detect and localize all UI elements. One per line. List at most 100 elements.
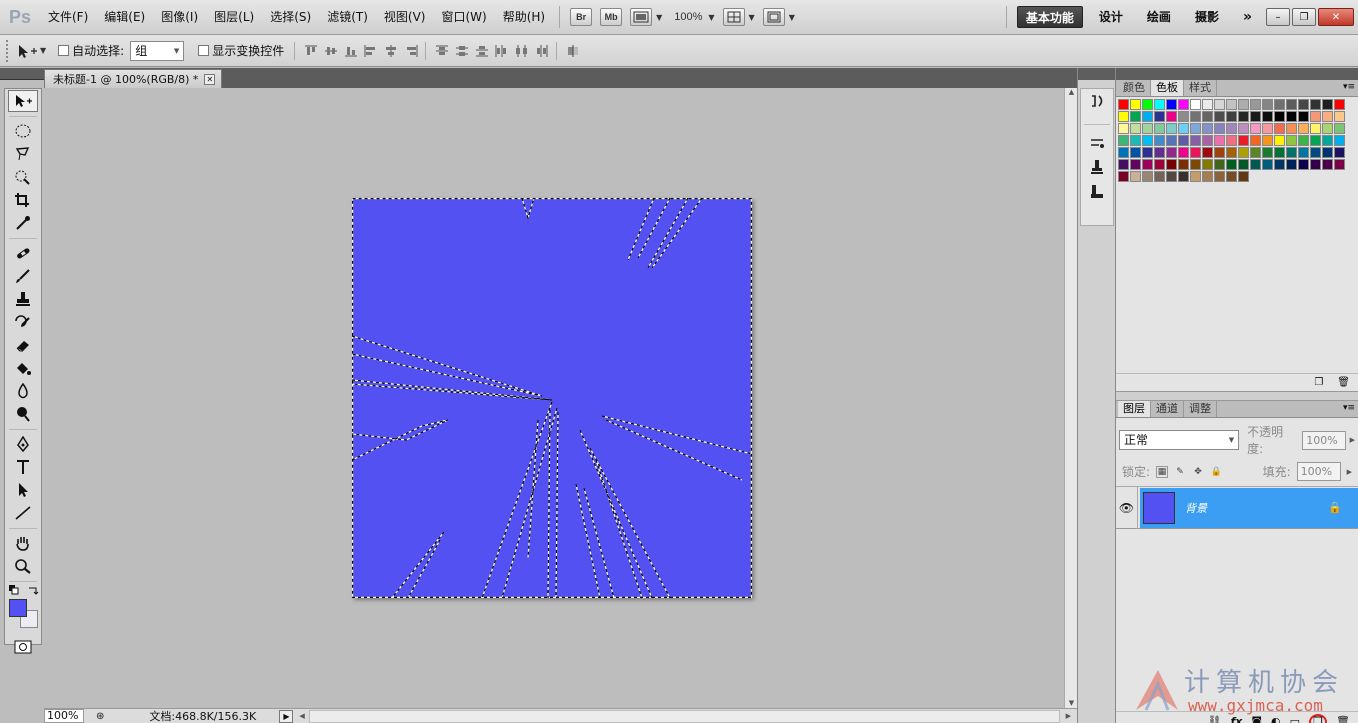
menu-view[interactable]: 视图(V) [376, 0, 434, 35]
color-swatch[interactable] [1322, 159, 1333, 170]
tab-channels[interactable]: 通道 [1151, 401, 1184, 417]
color-swatch[interactable] [1310, 99, 1321, 110]
distribute-vcenter-icon[interactable] [452, 42, 472, 60]
color-swatch[interactable] [1154, 147, 1165, 158]
status-menu-arrow[interactable]: ▶ [279, 709, 294, 723]
color-swatch[interactable] [1286, 135, 1297, 146]
menu-file[interactable]: 文件(F) [40, 0, 96, 35]
tab-layers[interactable]: 图层 [1118, 401, 1151, 417]
fill-slider-arrow[interactable]: ▶ [1347, 468, 1352, 476]
menu-layer[interactable]: 图层(L) [206, 0, 262, 35]
color-swatch[interactable] [1238, 111, 1249, 122]
minimize-button[interactable]: – [1266, 8, 1290, 26]
lock-pixels-icon[interactable]: ✎ [1174, 466, 1186, 478]
chevron-down-icon[interactable]: ▼ [708, 13, 714, 22]
color-swatch[interactable] [1154, 99, 1165, 110]
color-swatch[interactable] [1190, 111, 1201, 122]
document-canvas[interactable] [352, 198, 752, 598]
chevron-down-icon[interactable]: ▼ [749, 13, 755, 22]
color-swatch[interactable] [1202, 99, 1213, 110]
menu-image[interactable]: 图像(I) [153, 0, 206, 35]
color-swatch[interactable] [1130, 111, 1141, 122]
healing-brush-tool[interactable] [8, 242, 38, 264]
color-swatch[interactable] [1178, 147, 1189, 158]
minibridge-button[interactable]: Mb [600, 8, 623, 26]
status-zoom-field[interactable]: 100% [44, 709, 84, 723]
color-swatch[interactable] [1274, 123, 1285, 134]
color-swatch[interactable] [1118, 135, 1129, 146]
color-swatch[interactable] [1262, 159, 1273, 170]
workspace-photography[interactable]: 摄影 [1187, 6, 1227, 28]
color-swatch[interactable] [1154, 123, 1165, 134]
toolbox-header[interactable] [0, 68, 44, 80]
show-transform-checkbox[interactable] [198, 45, 210, 56]
color-swatch[interactable] [1214, 123, 1225, 134]
color-swatch[interactable] [1250, 123, 1261, 134]
color-swatch[interactable] [1238, 171, 1249, 182]
color-swatch[interactable] [1298, 123, 1309, 134]
adjustment-layer-icon[interactable]: ◐ [1271, 715, 1281, 723]
align-left-icon[interactable] [361, 42, 381, 60]
workspace-more-button[interactable]: » [1235, 6, 1260, 28]
quick-selection-tool[interactable] [8, 166, 38, 188]
history-panel-icon[interactable] [1081, 89, 1113, 113]
color-swatch[interactable] [1238, 159, 1249, 170]
line-tool[interactable] [8, 502, 38, 524]
color-swatch[interactable] [1322, 123, 1333, 134]
show-transform-option[interactable]: 显示变换控件 [198, 42, 284, 59]
color-swatch[interactable] [1142, 99, 1153, 110]
color-swatch[interactable] [1238, 123, 1249, 134]
path-selection-tool[interactable] [8, 479, 38, 501]
horizontal-scrollbar[interactable] [308, 709, 1060, 723]
color-swatch[interactable] [1238, 135, 1249, 146]
color-swatch[interactable] [1166, 99, 1177, 110]
history-brush-tool[interactable] [8, 311, 38, 333]
distribute-top-icon[interactable] [432, 42, 452, 60]
workspace-design[interactable]: 设计 [1091, 6, 1131, 28]
color-swatch[interactable] [1142, 123, 1153, 134]
type-tool[interactable] [8, 456, 38, 478]
color-swatch[interactable] [1334, 135, 1345, 146]
new-group-icon[interactable]: ▭ [1290, 715, 1300, 723]
view-extras-button[interactable] [630, 8, 653, 26]
color-swatch[interactable] [1190, 99, 1201, 110]
color-swatch[interactable] [1214, 135, 1225, 146]
color-swatch[interactable] [1226, 171, 1237, 182]
status-info-icon[interactable]: ⊛ [96, 711, 104, 722]
color-swatch[interactable] [1250, 111, 1261, 122]
color-swatch[interactable] [1178, 135, 1189, 146]
color-swatch[interactable] [1202, 123, 1213, 134]
color-swatch[interactable] [1130, 123, 1141, 134]
color-swatch[interactable] [1334, 159, 1345, 170]
color-swatch[interactable] [1130, 159, 1141, 170]
add-mask-icon[interactable]: ◙ [1251, 715, 1262, 723]
eraser-tool[interactable] [8, 334, 38, 356]
color-swatch[interactable] [1286, 123, 1297, 134]
color-swatch[interactable] [1250, 99, 1261, 110]
menu-help[interactable]: 帮助(H) [495, 0, 553, 35]
lasso-tool[interactable] [8, 143, 38, 165]
color-swatch[interactable] [1226, 111, 1237, 122]
color-swatch[interactable] [1178, 99, 1189, 110]
color-swatch[interactable] [1154, 159, 1165, 170]
lock-all-icon[interactable]: 🔒 [1210, 466, 1222, 478]
trash-icon[interactable]: 🗑 [1336, 715, 1350, 723]
link-layers-icon[interactable]: ⛓ [1207, 715, 1221, 723]
crop-tool[interactable] [8, 189, 38, 211]
color-swatch[interactable] [1298, 111, 1309, 122]
color-swatch[interactable] [1214, 171, 1225, 182]
visibility-eye-icon[interactable]: 👁 [1116, 486, 1138, 529]
scroll-left-arrow[interactable]: ◀ [299, 712, 304, 720]
distribute-left-icon[interactable] [492, 42, 512, 60]
workspace-essentials[interactable]: 基本功能 [1016, 6, 1083, 28]
color-swatch[interactable] [1118, 123, 1129, 134]
color-swatch[interactable] [1310, 159, 1321, 170]
color-swatch[interactable] [1298, 147, 1309, 158]
panel-divider[interactable] [1116, 391, 1358, 401]
color-swatch[interactable] [1166, 111, 1177, 122]
brush-presets-icon[interactable] [1081, 131, 1113, 155]
color-swatch[interactable] [1190, 135, 1201, 146]
color-swatch[interactable] [1130, 147, 1141, 158]
color-swatch[interactable] [1238, 147, 1249, 158]
color-swatch[interactable] [1262, 135, 1273, 146]
